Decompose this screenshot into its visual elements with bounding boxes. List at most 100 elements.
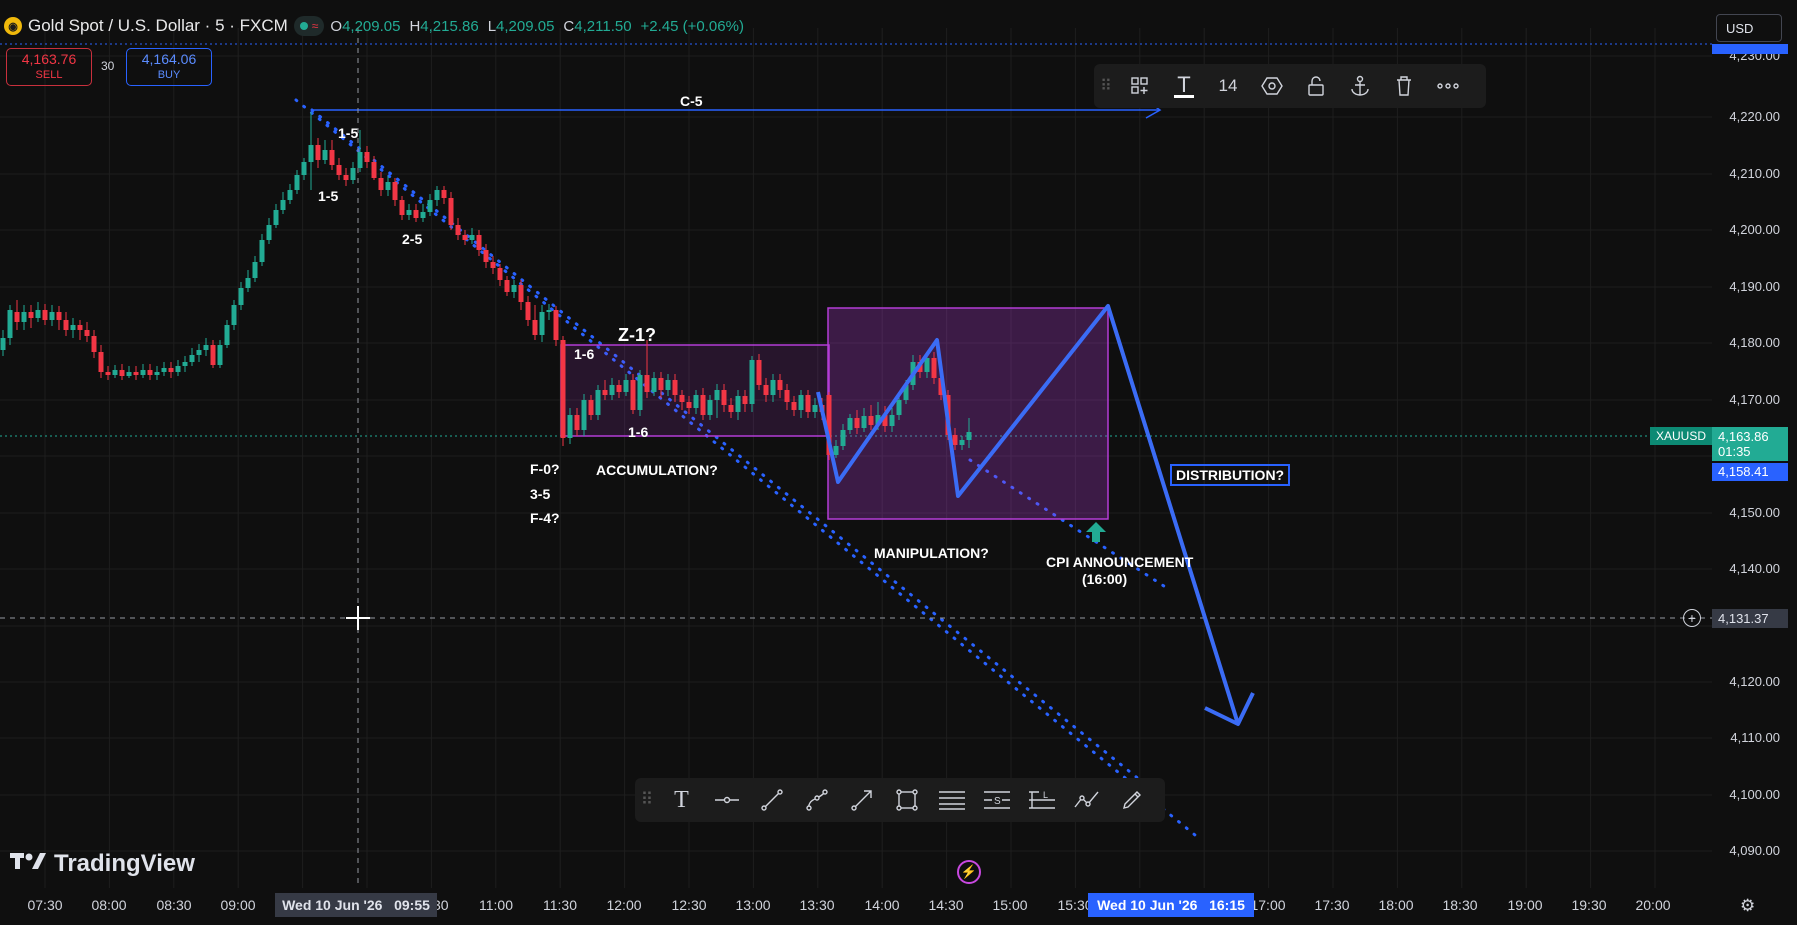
candle-bear bbox=[763, 385, 769, 395]
tradingview-logo[interactable]: TradingView bbox=[10, 850, 195, 878]
drag-handle-icon[interactable]: ⠿ bbox=[1094, 64, 1118, 108]
candle-bear bbox=[588, 400, 594, 415]
wave-label[interactable]: F-4? bbox=[530, 510, 560, 526]
wave-label[interactable]: F-0? bbox=[530, 461, 560, 477]
currency-select[interactable]: USD bbox=[1716, 14, 1782, 42]
wave-label[interactable]: 3-5 bbox=[530, 486, 550, 502]
price-tick: 4,220.00 bbox=[1729, 109, 1780, 124]
candle-bear bbox=[560, 340, 566, 438]
sell-button[interactable]: 4,163.76 SELL bbox=[6, 48, 92, 86]
ohlc-low: L4,209.05 bbox=[487, 17, 555, 35]
candle-bear bbox=[658, 378, 664, 390]
settings-gear-icon[interactable]: ⚙ bbox=[1740, 896, 1755, 916]
candle-bear bbox=[679, 395, 685, 402]
crosshair-price-badge: 4,131.37 bbox=[1712, 609, 1788, 628]
symbol-title[interactable]: Gold Spot / U.S. Dollar · 5 · FXCM bbox=[28, 16, 288, 36]
wave-label[interactable]: 1-5 bbox=[318, 188, 338, 204]
candle-bear bbox=[210, 345, 216, 365]
candle-bull bbox=[35, 310, 41, 318]
rectangle-icon[interactable] bbox=[884, 778, 929, 822]
candle-bear bbox=[329, 150, 335, 165]
wave-label[interactable]: 1-6 bbox=[574, 346, 594, 362]
candle-bull bbox=[7, 310, 13, 338]
spread-value: 30 bbox=[101, 59, 115, 73]
manipulation-box[interactable] bbox=[827, 307, 1109, 520]
anchor-icon[interactable] bbox=[1338, 64, 1382, 108]
distribution-label[interactable]: DISTRIBUTION? bbox=[1170, 464, 1291, 486]
long-position-icon[interactable]: L bbox=[1019, 778, 1064, 822]
drag-handle-icon[interactable]: ⠿ bbox=[635, 778, 659, 822]
candle-bull bbox=[595, 390, 601, 415]
font-size-select[interactable]: 14 bbox=[1206, 64, 1250, 108]
candle-bull bbox=[385, 182, 391, 190]
add-alert-plus-icon[interactable]: + bbox=[1683, 609, 1701, 627]
price-tick: 4,120.00 bbox=[1729, 674, 1780, 689]
trend-line-icon[interactable] bbox=[749, 778, 794, 822]
wave-label[interactable]: Z-1? bbox=[618, 325, 656, 346]
buy-label: BUY bbox=[157, 69, 181, 81]
curve-icon[interactable] bbox=[794, 778, 839, 822]
time-tick: 08:00 bbox=[91, 897, 127, 913]
candle-bull bbox=[637, 375, 643, 410]
candle-bear bbox=[315, 145, 321, 160]
candle-bull bbox=[231, 305, 237, 325]
more-icon[interactable] bbox=[1426, 64, 1470, 108]
candle-bear bbox=[721, 390, 727, 405]
lightning-icon[interactable]: ⚡ bbox=[957, 860, 981, 884]
buy-price: 4,164.06 bbox=[141, 51, 197, 67]
candle-bear bbox=[644, 375, 650, 392]
candle-bear bbox=[399, 200, 405, 215]
time-tick: 11:00 bbox=[479, 897, 513, 913]
time-tick: 14:00 bbox=[864, 897, 900, 913]
candle-bear bbox=[168, 368, 174, 372]
trash-icon[interactable] bbox=[1382, 64, 1426, 108]
wave-label[interactable]: 1-5 bbox=[338, 125, 358, 141]
text-tool-icon[interactable]: T bbox=[659, 778, 704, 822]
candle-bull bbox=[294, 175, 300, 190]
ohlc-high: H4,215.86 bbox=[409, 17, 479, 35]
candle-bear bbox=[84, 330, 90, 336]
candle-bear bbox=[931, 358, 937, 378]
cpi-arrow-icon bbox=[1086, 522, 1106, 542]
pattern-icon[interactable] bbox=[1064, 778, 1109, 822]
buy-button[interactable]: 4,164.06 BUY bbox=[126, 48, 212, 86]
time-tick: 12:00 bbox=[606, 897, 642, 913]
horizontal-ray-icon[interactable] bbox=[704, 778, 749, 822]
candle-bull bbox=[833, 446, 839, 455]
favorite-drawings-toolbar: ⠿ T S L bbox=[635, 778, 1165, 822]
manipulation-label[interactable]: MANIPULATION? bbox=[874, 545, 989, 561]
parallel-channel-icon[interactable] bbox=[929, 778, 974, 822]
time-tick: 19:00 bbox=[1507, 897, 1543, 913]
candle-bear bbox=[602, 390, 608, 395]
sell-price: 4,163.76 bbox=[21, 51, 77, 67]
candle-bull bbox=[0, 338, 6, 350]
accumulation-label[interactable]: ACCUMULATION? bbox=[596, 462, 718, 478]
candle-bear bbox=[476, 235, 482, 250]
lock-icon[interactable] bbox=[1294, 64, 1338, 108]
wave-label[interactable]: 1-6 bbox=[628, 424, 648, 440]
sell-label: SELL bbox=[35, 69, 63, 81]
c5-label[interactable]: C-5 bbox=[680, 93, 703, 109]
candle-bull bbox=[420, 212, 426, 218]
candle-bear bbox=[504, 280, 510, 292]
time-tick: 15:00 bbox=[992, 897, 1028, 913]
cpi-time-label[interactable]: (16:00) bbox=[1082, 571, 1127, 587]
brush-icon[interactable] bbox=[1109, 778, 1154, 822]
candle-bear bbox=[630, 380, 636, 410]
time-tick: 14:30 bbox=[928, 897, 964, 913]
market-status-pill[interactable]: ≈ bbox=[293, 16, 325, 36]
candle-bear bbox=[133, 372, 139, 375]
text-color-icon[interactable]: T bbox=[1162, 64, 1206, 108]
fib-retracement-icon[interactable]: S bbox=[974, 778, 1019, 822]
candle-bull bbox=[126, 372, 132, 376]
candle-bull bbox=[21, 312, 27, 322]
add-to-layout-icon[interactable] bbox=[1118, 64, 1162, 108]
candle-bull bbox=[840, 430, 846, 446]
cpi-label[interactable]: CPI ANNOUNCEMENT bbox=[1046, 554, 1193, 570]
candle-bull bbox=[189, 355, 195, 362]
settings-hexagon-icon[interactable] bbox=[1250, 64, 1294, 108]
candle-bull bbox=[49, 312, 55, 320]
arrow-line-icon[interactable] bbox=[839, 778, 884, 822]
wave-label[interactable]: 2-5 bbox=[402, 231, 422, 247]
svg-text:S: S bbox=[994, 796, 1001, 807]
